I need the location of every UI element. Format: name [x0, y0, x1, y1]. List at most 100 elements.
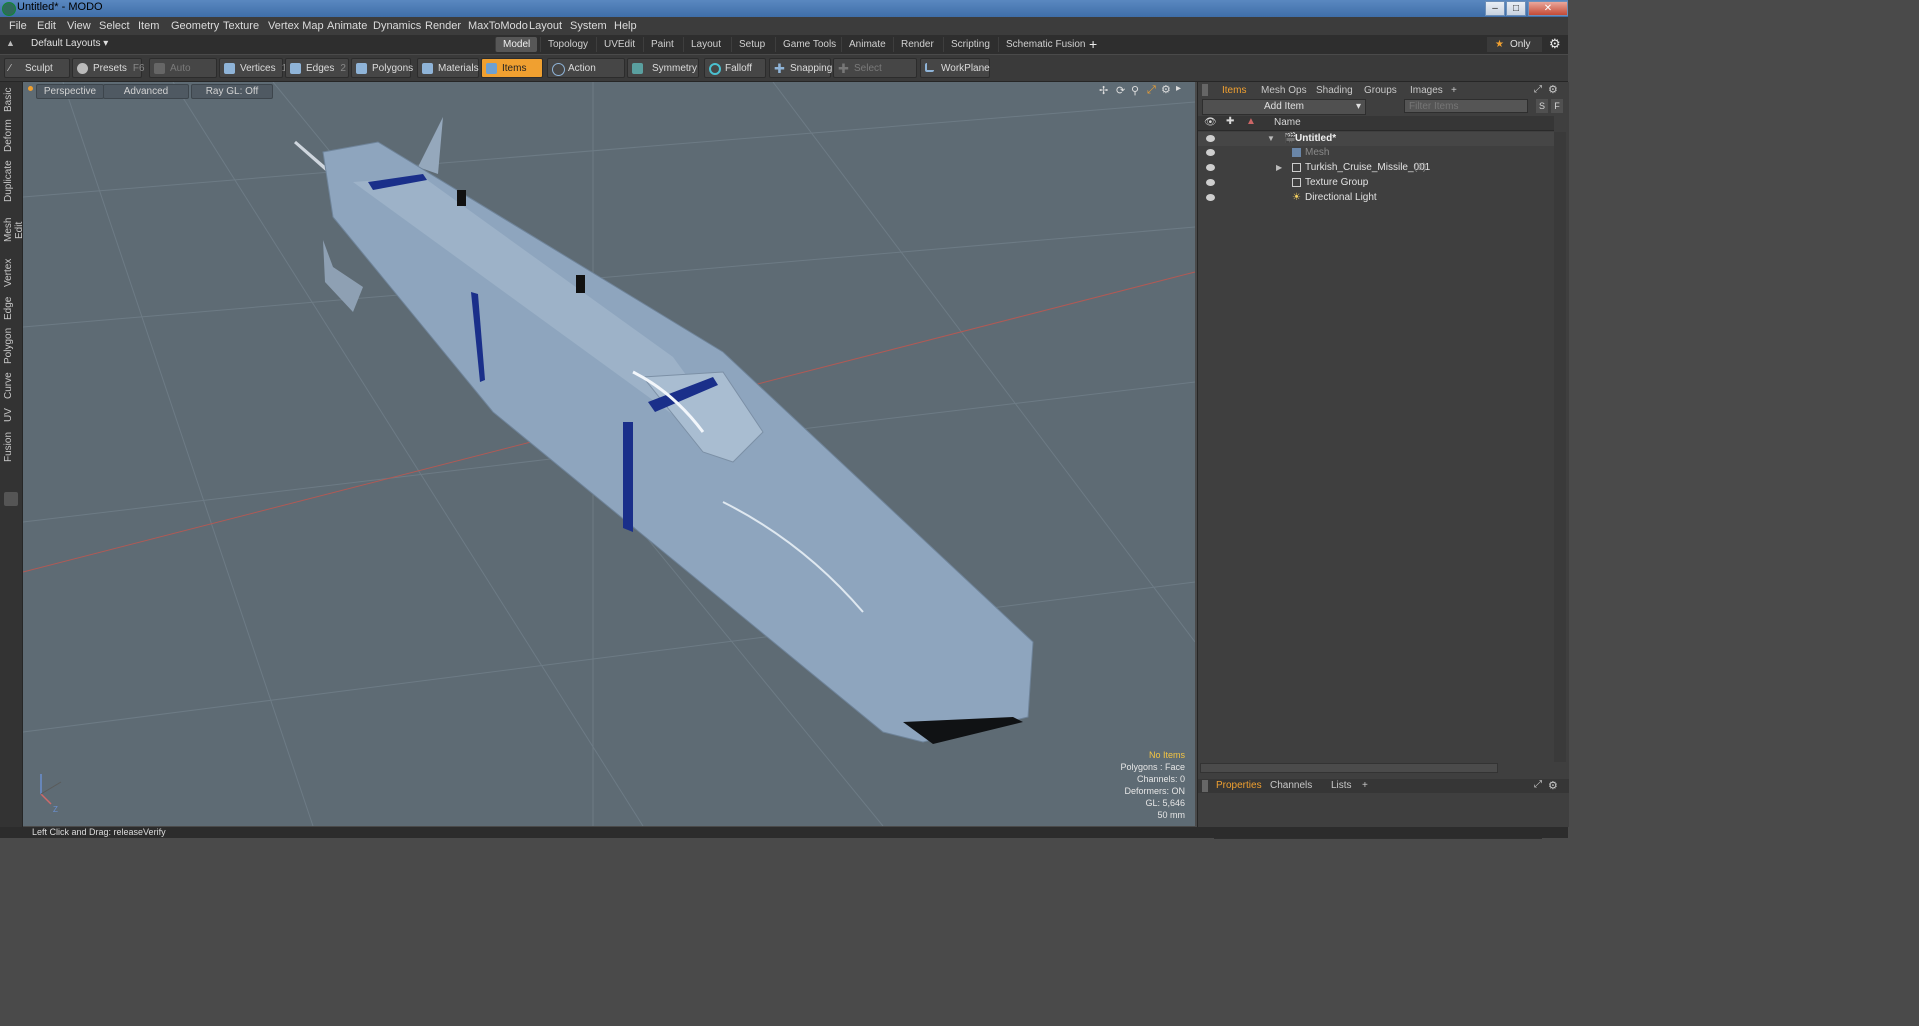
tab-duplicate[interactable]: Duplicate: [3, 158, 19, 204]
add-panel-tab-button[interactable]: +: [1362, 779, 1368, 793]
tree-row-directional-light[interactable]: ☀ Directional Light: [1198, 191, 1554, 205]
tab-basic[interactable]: Basic: [3, 86, 19, 114]
viewport-expand-icon[interactable]: ▸: [1176, 83, 1181, 94]
visibility-eye-icon[interactable]: [1206, 135, 1215, 142]
workplane-button[interactable]: WorkPlane: [920, 58, 990, 78]
panel-grip[interactable]: [1202, 780, 1208, 792]
snapping-button[interactable]: ✚ Snapping: [769, 58, 832, 78]
vertices-button[interactable]: Vertices1: [219, 58, 287, 78]
tree-row-texture-group[interactable]: Texture Group: [1198, 176, 1554, 190]
expand-panel-icon[interactable]: ⤢: [1534, 779, 1542, 790]
menu-vertex-map[interactable]: Vertex Map: [268, 20, 324, 32]
polygons-button[interactable]: Polygons: [351, 58, 413, 78]
visibility-eye-icon[interactable]: [1206, 149, 1215, 156]
tab-deform[interactable]: Deform: [3, 118, 19, 154]
zoom-view-icon[interactable]: ⚲: [1131, 84, 1139, 97]
tab-lists[interactable]: Lists: [1331, 779, 1352, 793]
edges-button[interactable]: Edges 2: [285, 58, 349, 78]
select-through-button[interactable]: ✚Select Through: [833, 58, 917, 94]
tab-model[interactable]: Model: [495, 37, 538, 52]
gear-icon[interactable]: ⚙: [1549, 36, 1561, 52]
filter-f-button[interactable]: F: [1551, 99, 1563, 113]
tab-mesh-edit[interactable]: Mesh Edit: [3, 208, 25, 252]
items-button[interactable]: Items: [481, 58, 543, 78]
menu-dynamics[interactable]: Dynamics: [373, 20, 421, 32]
tab-vertex[interactable]: Vertex: [3, 256, 19, 290]
tab-schematic-fusion[interactable]: Schematic Fusion: [998, 37, 1092, 52]
menu-file[interactable]: File: [9, 20, 27, 32]
menu-texture[interactable]: Texture: [223, 20, 259, 32]
3d-viewport[interactable]: Perspective Advanced Ray GL: Off ✢ ⟳ ⚲ ⤢…: [23, 82, 1195, 826]
shading-dropdown[interactable]: Advanced: [103, 84, 189, 99]
add-panel-tab-button[interactable]: +: [1451, 84, 1457, 98]
add-tab-button[interactable]: +: [1089, 36, 1097, 52]
tab-mesh-ops[interactable]: Mesh Ops: [1261, 84, 1307, 98]
tab-shading[interactable]: Shading: [1316, 84, 1353, 98]
move-view-icon[interactable]: ✢: [1099, 84, 1108, 97]
sculpt-button[interactable]: ∕ Sculpt: [4, 58, 70, 78]
tab-layout[interactable]: Layout: [683, 37, 728, 52]
tab-fusion[interactable]: Fusion: [3, 428, 19, 466]
layouts-dropdown[interactable]: Default Layouts ▾: [31, 38, 108, 49]
only-toggle[interactable]: ★ Only: [1487, 37, 1542, 52]
tab-animate[interactable]: Animate: [841, 37, 893, 52]
perspective-dropdown[interactable]: Perspective: [36, 84, 104, 99]
action-center-button[interactable]: Action Center: [547, 58, 625, 94]
tab-scripting[interactable]: Scripting: [943, 37, 997, 52]
menu-view[interactable]: View: [67, 20, 91, 32]
panel-toggle-button[interactable]: [4, 492, 18, 506]
tab-uvedit[interactable]: UVEdit: [596, 37, 642, 52]
tab-paint[interactable]: Paint: [643, 37, 681, 52]
tab-render[interactable]: Render: [893, 37, 941, 52]
menu-edit[interactable]: Edit: [37, 20, 56, 32]
raygl-toggle[interactable]: Ray GL: Off: [191, 84, 273, 99]
tab-setup[interactable]: Setup: [731, 37, 772, 52]
menu-system[interactable]: System: [570, 20, 607, 32]
tab-edge[interactable]: Edge: [3, 294, 19, 322]
menu-render[interactable]: Render: [425, 20, 461, 32]
tree-row-untitled[interactable]: ▼ 🎬 Untitled*: [1198, 132, 1554, 146]
minimize-button[interactable]: –: [1485, 1, 1505, 16]
tab-uv[interactable]: UV: [3, 406, 19, 424]
expand-panel-icon[interactable]: ⤢: [1534, 84, 1542, 95]
panel-grip[interactable]: [1202, 84, 1208, 96]
menu-maxtomodo[interactable]: MaxToModo: [468, 20, 528, 32]
menu-item[interactable]: Item: [138, 20, 159, 32]
tab-images[interactable]: Images: [1410, 84, 1443, 98]
menu-layout[interactable]: Layout: [529, 20, 562, 32]
presets-button[interactable]: Presets F6: [72, 58, 145, 78]
filter-items-input[interactable]: [1404, 99, 1528, 113]
tab-channels[interactable]: Channels: [1270, 779, 1312, 793]
tab-groups[interactable]: Groups: [1364, 84, 1397, 98]
viewport-settings-icon[interactable]: ⚙: [1161, 83, 1171, 96]
tab-game-tools[interactable]: Game Tools: [775, 37, 843, 52]
menu-help[interactable]: Help: [614, 20, 637, 32]
expand-arrow-icon[interactable]: ▼: [1267, 132, 1275, 146]
panel-settings-icon[interactable]: ⚙: [1548, 779, 1558, 792]
collapse-arrow-icon[interactable]: ▲: [6, 38, 15, 48]
tab-items[interactable]: Items: [1222, 84, 1246, 98]
fit-view-icon[interactable]: ⤢: [1147, 84, 1156, 97]
menu-select[interactable]: Select: [99, 20, 130, 32]
maximize-button[interactable]: □: [1506, 1, 1526, 16]
filter-s-button[interactable]: S: [1536, 99, 1548, 113]
menu-geometry[interactable]: Geometry: [171, 20, 219, 32]
add-item-button[interactable]: Add Item ▾: [1202, 99, 1366, 115]
materials-button[interactable]: Materials: [417, 58, 479, 78]
vertical-scrollbar[interactable]: [1554, 132, 1566, 762]
visibility-eye-icon[interactable]: [1206, 179, 1215, 186]
menu-animate[interactable]: Animate: [327, 20, 367, 32]
panel-settings-icon[interactable]: ⚙: [1548, 83, 1558, 96]
tab-polygon[interactable]: Polygon: [3, 326, 19, 366]
rotate-view-icon[interactable]: ⟳: [1116, 84, 1125, 97]
viewport-options-dot[interactable]: [28, 86, 33, 91]
visibility-eye-icon[interactable]: [1206, 164, 1215, 171]
horizontal-scrollbar[interactable]: [1200, 763, 1498, 773]
expand-arrow-icon[interactable]: ▶: [1276, 161, 1282, 175]
visibility-eye-icon[interactable]: [1206, 194, 1215, 201]
tab-properties[interactable]: Properties: [1216, 779, 1262, 793]
tree-row-mesh[interactable]: Mesh: [1198, 146, 1554, 160]
auto-select-button[interactable]: Auto Select: [149, 58, 217, 94]
tree-row-missile-group[interactable]: ▶ Turkish_Cruise_Missile_001 (3): [1198, 161, 1554, 175]
symmetry-button[interactable]: Symmetry: [627, 58, 699, 78]
